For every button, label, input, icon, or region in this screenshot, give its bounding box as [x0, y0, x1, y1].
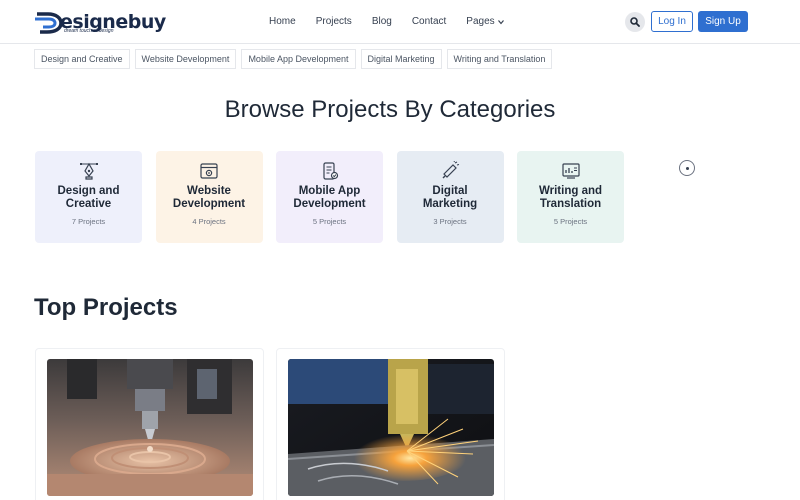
chevron-down-icon	[497, 20, 504, 25]
category-title-line1: Writing and	[538, 185, 603, 197]
category-title: Mobile App Development	[293, 185, 365, 211]
project-card[interactable]	[276, 348, 505, 500]
category-title: Writing and Translation	[539, 185, 602, 211]
category-title: Digital Marketing	[423, 185, 477, 211]
category-title-line1: Mobile App	[298, 185, 361, 197]
chip-design-creative[interactable]: Design and Creative	[34, 49, 130, 69]
browser-gear-icon	[200, 163, 218, 179]
category-title-line2: Creative	[65, 198, 112, 210]
megaphone-icon	[442, 161, 460, 179]
category-card-digital-marketing[interactable]: Digital Marketing 3 Projects	[396, 151, 504, 243]
category-count: 5 Projects	[553, 217, 588, 226]
category-card-mobile-app-development[interactable]: Mobile App Development 5 Projects	[276, 151, 383, 243]
browse-categories-title: Browse Projects By Categories	[224, 96, 556, 123]
nav-contact[interactable]: Contact	[412, 15, 446, 29]
chip-writing-translation[interactable]: Writing and Translation	[446, 49, 553, 69]
project-card[interactable]	[35, 348, 264, 500]
category-count: 7 Projects	[71, 217, 106, 226]
document-chart-icon	[561, 163, 580, 179]
nav-home[interactable]: Home	[269, 15, 296, 29]
category-title: Website Development	[173, 185, 245, 211]
search-icon	[630, 17, 640, 27]
nav-pages[interactable]: Pages	[466, 15, 504, 29]
category-count: 5 Projects	[312, 217, 347, 226]
category-count: 3 Projects	[433, 217, 467, 226]
chip-mobile-app-development[interactable]: Mobile App Development	[241, 49, 356, 69]
chip-digital-marketing[interactable]: Digital Marketing	[360, 49, 442, 69]
nav-projects[interactable]: Projects	[316, 15, 352, 29]
category-card-writing-translation[interactable]: Writing and Translation 5 Projects	[517, 151, 624, 243]
cnc-milling-image[interactable]	[47, 359, 253, 496]
category-title-line2: Translation	[539, 198, 602, 210]
signup-button[interactable]: Sign Up	[698, 11, 748, 32]
pen-tool-icon	[79, 162, 98, 180]
category-title-line1: Website	[187, 185, 231, 197]
category-count: 4 Projects	[192, 217, 226, 226]
top-projects-title: Top Projects	[34, 294, 178, 321]
main-nav: Home Projects Blog Contact Pages	[269, 15, 524, 29]
laser-cutting-image[interactable]	[288, 359, 494, 496]
carousel-next-button[interactable]	[679, 160, 695, 176]
nav-pages-label: Pages	[466, 16, 495, 27]
category-title-line1: Design and	[57, 185, 120, 197]
category-chips: Design and Creative Website Development …	[34, 49, 557, 69]
dot-icon	[685, 166, 689, 170]
category-cards: Design and Creative 7 Projects Website D…	[35, 151, 638, 243]
laser-cutting-illustration	[288, 359, 494, 496]
brand-tagline: dream touch of design	[64, 28, 114, 34]
category-card-website-development[interactable]: Website Development 4 Projects	[155, 151, 263, 243]
category-title-line2: Development	[293, 198, 366, 210]
category-title: Design and Creative	[58, 185, 120, 211]
category-title-line2: Development	[172, 198, 246, 210]
category-card-design-creative[interactable]: Design and Creative 7 Projects	[35, 151, 142, 243]
brand-logo[interactable]: esignebuy dream touch of design	[34, 8, 166, 36]
search-button[interactable]	[625, 12, 645, 32]
cnc-milling-illustration	[47, 359, 253, 496]
category-title-line2: Marketing	[422, 198, 478, 210]
chip-website-development[interactable]: Website Development	[134, 49, 237, 69]
nav-blog[interactable]: Blog	[372, 15, 392, 29]
category-title-line1: Digital	[432, 185, 468, 197]
site-header: esignebuy dream touch of design Home Pro…	[0, 0, 800, 44]
mobile-app-icon	[322, 162, 338, 180]
login-button[interactable]: Log In	[651, 11, 693, 32]
logo-d-icon	[35, 12, 63, 34]
